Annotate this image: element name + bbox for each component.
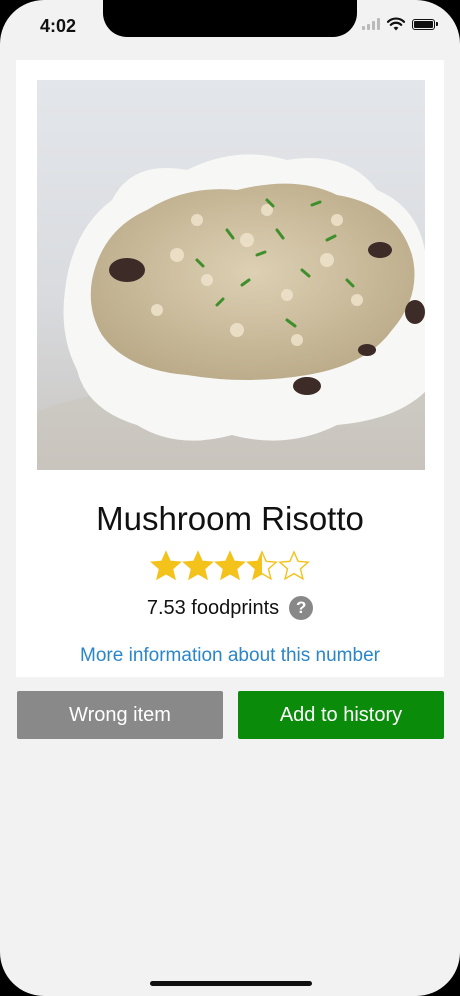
help-icon[interactable]: ?: [289, 596, 314, 620]
foodprint-score: 7.53 foodprints: [146, 596, 280, 619]
status-time: 4:02: [40, 16, 77, 36]
wrong-item-button[interactable]: Wrong item: [17, 691, 223, 739]
star-rating: [150, 550, 310, 586]
add-to-history-button[interactable]: Add to history: [238, 691, 444, 739]
home-indicator[interactable]: [150, 981, 312, 986]
more-info-link[interactable]: More information about this number: [16, 645, 444, 667]
risotto-photo: [37, 80, 425, 470]
star-icon: [246, 550, 278, 581]
wifi-icon: [387, 17, 405, 31]
cellular-signal-icon: [362, 18, 380, 30]
star-icon: [278, 550, 310, 581]
star-icon: [214, 550, 246, 581]
phone-screen: 4:02 Mushroom Risotto 7.53 foodprints ? …: [0, 0, 460, 996]
dish-card: Mushroom Risotto 7.53 foodprints ? More …: [16, 60, 444, 677]
star-icon: [150, 550, 182, 581]
battery-icon: [412, 18, 438, 30]
star-icon: [182, 550, 214, 581]
status-icons: [362, 17, 438, 31]
foodprint-score-row: 7.53 foodprints ?: [16, 596, 444, 620]
dish-title: Mushroom Risotto: [96, 500, 364, 537]
device-notch: [103, 0, 357, 37]
